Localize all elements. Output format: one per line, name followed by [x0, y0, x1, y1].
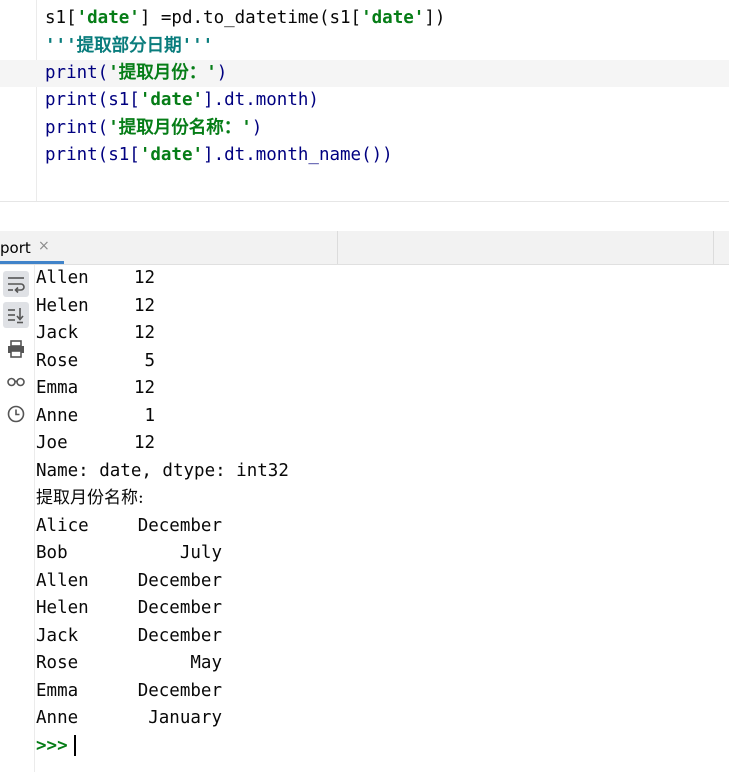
output-row: Allen 12 [36, 268, 156, 288]
code-token: ].dt.month_name()) [203, 145, 393, 165]
tabbar-divider [337, 231, 338, 264]
tab-python-console[interactable]: port × [0, 231, 64, 264]
month-name-header: 提取月份名称: [36, 488, 144, 508]
code-token: print(s1[ [45, 145, 140, 165]
code-token: ].dt.month) [203, 90, 319, 110]
output-row: Bob July [36, 543, 222, 563]
code-token: print( [45, 63, 109, 83]
code-string: 'date' [139, 90, 204, 110]
tool-window-tabbar: port × [0, 231, 729, 265]
output-row: Helen 12 [36, 295, 156, 316]
output-row: Helen December [36, 598, 222, 618]
code-token: ) [251, 118, 263, 138]
code-string: 'date' [139, 145, 204, 165]
code-token: print(s1[ [45, 90, 140, 110]
print-icon [8, 340, 24, 358]
code-token: ) [216, 63, 228, 83]
code-editor[interactable]: s1['date'] =pd.to_datetime(s1['date']) '… [0, 0, 729, 201]
soft-wrap-button[interactable] [3, 271, 29, 297]
dtype-line: Name: date, dtype: int32 [36, 460, 289, 481]
output-row: Jack December [36, 625, 222, 646]
code-line-4[interactable]: print(s1['date'].dt.month) [45, 87, 319, 114]
code-line-6[interactable]: print(s1['date'].dt.month_name()) [45, 142, 393, 169]
output-row: Emma December [36, 680, 222, 701]
code-token: s1[ [45, 8, 77, 28]
clock-icon [7, 405, 25, 423]
close-icon[interactable]: × [38, 238, 50, 254]
code-token: ] =pd.to_datetime(s1[ [139, 8, 362, 28]
code-string: '提取月份名称：' [108, 118, 252, 138]
output-row: Allen December [36, 570, 222, 591]
output-row: Emma 12 [36, 378, 156, 398]
output-row: Anne 1 [36, 405, 156, 426]
output-row: Alice December [36, 515, 222, 536]
scroll-to-end-button[interactable] [3, 302, 29, 328]
code-line-3[interactable]: print('提取月份：') [45, 60, 227, 87]
panel-splitter[interactable] [0, 201, 729, 232]
active-tab-indicator [0, 261, 64, 264]
output-row: Joe 12 [36, 433, 156, 453]
code-string: 'date' [76, 8, 140, 28]
output-row: Rose 5 [36, 350, 156, 371]
print-button[interactable] [3, 336, 29, 362]
code-line-5[interactable]: print('提取月份名称：') [45, 115, 262, 142]
output-row: Jack 12 [36, 323, 156, 343]
console-prompt: >>> [36, 735, 68, 756]
editor-gutter [0, 0, 37, 201]
scroll-to-end-icon [8, 308, 24, 324]
tabbar-divider [713, 231, 714, 264]
text-caret [73, 735, 76, 756]
output-row: Rose May [36, 653, 222, 673]
soft-wrap-icon [8, 277, 25, 294]
code-line-2[interactable]: '''提取部分日期''' [45, 33, 213, 60]
console-toolbar [0, 265, 35, 772]
output-row: Anne January [36, 708, 222, 728]
code-token: print( [45, 118, 109, 138]
glasses-icon [7, 377, 25, 387]
code-string: '提取月份：' [108, 63, 217, 83]
show-variables-button[interactable] [3, 368, 29, 394]
history-button[interactable] [3, 401, 29, 427]
code-line-1[interactable]: s1['date'] =pd.to_datetime(s1['date']) [45, 5, 445, 32]
code-docstring: '''提取部分日期''' [45, 36, 214, 56]
tab-label: port [0, 239, 31, 257]
code-string: 'date' [361, 8, 425, 28]
code-token: ]) [424, 8, 446, 28]
console-input-line[interactable]: >>> [36, 733, 76, 760]
